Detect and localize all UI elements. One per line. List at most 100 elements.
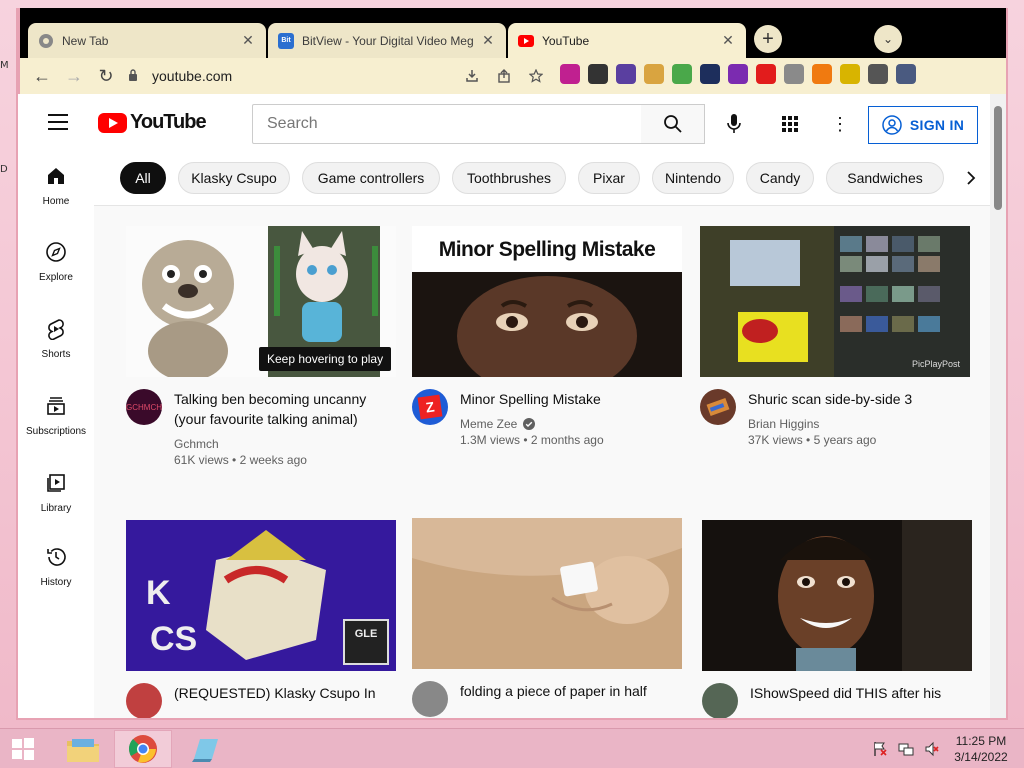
scrollbar-thumb[interactable]	[994, 106, 1002, 210]
channel-avatar[interactable]: GCHMCH	[126, 389, 162, 425]
youtube-logo[interactable]: YouTube	[98, 111, 207, 134]
ext-alien-icon[interactable]	[784, 64, 804, 84]
upload-age: 2 weeks ago	[239, 453, 307, 467]
channel-avatar[interactable]: Z	[412, 389, 448, 425]
video-title[interactable]: Minor Spelling Mistake	[460, 389, 682, 409]
chip-toothbrushes[interactable]: Toothbrushes	[452, 162, 566, 194]
search-button[interactable]	[641, 104, 705, 144]
share-icon[interactable]	[488, 60, 520, 92]
guide-item-home[interactable]: Home	[18, 150, 94, 224]
guide-item-shorts[interactable]: Shorts	[18, 303, 94, 377]
chip-all[interactable]: All	[120, 162, 166, 194]
windows-logo-icon	[12, 738, 34, 760]
video-meta: IShowSpeed did THIS after his	[702, 683, 972, 718]
download-icon[interactable]	[456, 60, 488, 92]
guide-item-explore[interactable]: Explore	[18, 226, 94, 300]
ext-block-icon[interactable]	[756, 64, 776, 84]
tab-youtube[interactable]: YouTube ✕	[508, 23, 746, 58]
video-card[interactable]: K CS GLE (REQUESTED) Klasky Csupo In	[126, 520, 396, 718]
network-icon[interactable]	[898, 741, 914, 757]
ext-hat-icon[interactable]	[588, 64, 608, 84]
star-icon[interactable]	[520, 60, 552, 92]
channel-name-text[interactable]: Meme Zee	[460, 417, 517, 431]
new-tab-button[interactable]: +	[754, 25, 782, 53]
video-card[interactable]: folding a piece of paper in half	[412, 518, 682, 717]
channel-name-text[interactable]: Brian Higgins	[748, 417, 819, 431]
channel-avatar[interactable]	[702, 683, 738, 718]
chip-nintendo[interactable]: Nintendo	[652, 162, 734, 194]
guide-item-subscriptions[interactable]: Subscriptions	[18, 380, 94, 454]
video-meta: folding a piece of paper in half	[412, 681, 682, 717]
more-options-icon[interactable]: ⋮	[822, 106, 858, 142]
voice-search-button[interactable]	[716, 106, 752, 142]
channel-name[interactable]: Brian Higgins	[748, 417, 970, 431]
chip-sandwiches[interactable]: Sandwiches	[826, 162, 944, 194]
taskbar-file-explorer[interactable]	[54, 730, 112, 768]
reload-button[interactable]: ↻	[90, 60, 122, 92]
channel-name[interactable]: Gchmch	[174, 437, 396, 451]
guide-item-library[interactable]: Library	[18, 457, 94, 531]
video-title[interactable]: IShowSpeed did THIS after his	[750, 683, 972, 703]
taskbar-notepad[interactable]	[176, 730, 234, 768]
desktop-icon-stub[interactable]: M	[0, 60, 14, 74]
chevron-right-icon[interactable]	[956, 162, 986, 194]
ext-doge-icon[interactable]	[644, 64, 664, 84]
tab-bitview[interactable]: Bit BitView - Your Digital Video Meg ✕	[268, 23, 506, 58]
close-icon[interactable]: ✕	[240, 32, 256, 49]
forward-button[interactable]: →	[58, 60, 90, 92]
apps-button[interactable]	[772, 106, 808, 142]
tab-search-button[interactable]: ⌄	[874, 25, 902, 53]
ext-flag-icon[interactable]	[560, 64, 580, 84]
video-thumbnail[interactable]: K CS GLE	[126, 520, 396, 671]
video-thumbnail[interactable]: PicPlayPost	[700, 226, 970, 377]
video-title[interactable]: Shuric scan side-by-side 3	[748, 389, 970, 409]
back-button[interactable]: ←	[26, 60, 58, 92]
ext-ball-icon[interactable]	[672, 64, 692, 84]
page-scrollbar[interactable]	[990, 94, 1006, 718]
close-icon[interactable]: ✕	[720, 32, 736, 49]
video-thumbnail[interactable]	[702, 520, 972, 671]
guide-item-history[interactable]: History	[18, 531, 94, 605]
close-icon[interactable]: ✕	[480, 32, 496, 49]
video-card[interactable]: Keep hovering to play GCHMCH Talking ben…	[126, 226, 396, 467]
lock-icon[interactable]	[128, 68, 142, 84]
chip-game-controllers[interactable]: Game controllers	[302, 162, 440, 194]
video-thumbnail[interactable]	[412, 518, 682, 669]
channel-name-text[interactable]: Gchmch	[174, 437, 219, 451]
start-button[interactable]	[6, 735, 40, 763]
browser-window: New Tab ✕ Bit BitView - Your Digital Vid…	[16, 8, 1008, 720]
video-card[interactable]: Minor Spelling Mistake Z Minor Spelling …	[412, 226, 682, 447]
video-thumbnail[interactable]: Minor Spelling Mistake	[412, 226, 682, 377]
channel-avatar[interactable]	[700, 389, 736, 425]
ext-burst-icon[interactable]	[812, 64, 832, 84]
guide-sidebar: Home Explore Shorts Subscriptions Librar…	[18, 150, 94, 718]
channel-name[interactable]: Meme Zee	[460, 417, 682, 431]
menu-icon[interactable]	[48, 114, 68, 130]
video-title[interactable]: folding a piece of paper in half	[460, 681, 682, 701]
chip-klasky-csupo[interactable]: Klasky Csupo	[178, 162, 290, 194]
taskbar-chrome[interactable]	[114, 730, 172, 768]
tab-new-tab[interactable]: New Tab ✕	[28, 23, 266, 58]
ext-puzzle-icon[interactable]	[868, 64, 888, 84]
microphone-icon	[727, 114, 741, 133]
video-title[interactable]: (REQUESTED) Klasky Csupo In	[174, 683, 396, 703]
search-input[interactable]	[252, 104, 642, 144]
volume-muted-icon[interactable]	[924, 741, 940, 757]
video-thumbnail[interactable]: Keep hovering to play	[126, 226, 396, 377]
ext-profile-icon[interactable]	[896, 64, 916, 84]
system-clock[interactable]: 11:25 PM 3/14/2022	[946, 733, 1016, 765]
channel-avatar[interactable]	[126, 683, 162, 718]
sign-in-button[interactable]: SIGN IN	[868, 106, 978, 144]
ext-globe-icon[interactable]	[700, 64, 720, 84]
video-card[interactable]: IShowSpeed did THIS after his	[702, 520, 972, 718]
desktop-icon-stub[interactable]: D	[0, 164, 14, 178]
flag-icon[interactable]	[872, 741, 888, 757]
chip-candy[interactable]: Candy	[746, 162, 814, 194]
ext-monster-icon[interactable]	[616, 64, 636, 84]
ext-bee-icon[interactable]	[840, 64, 860, 84]
video-title[interactable]: Talking ben becoming uncanny (your favou…	[174, 389, 396, 429]
video-card[interactable]: PicPlayPost Shuric scan side-by-side 3 B…	[700, 226, 970, 447]
chip-pixar[interactable]: Pixar	[578, 162, 640, 194]
channel-avatar[interactable]	[412, 681, 448, 717]
ext-star-icon[interactable]	[728, 64, 748, 84]
